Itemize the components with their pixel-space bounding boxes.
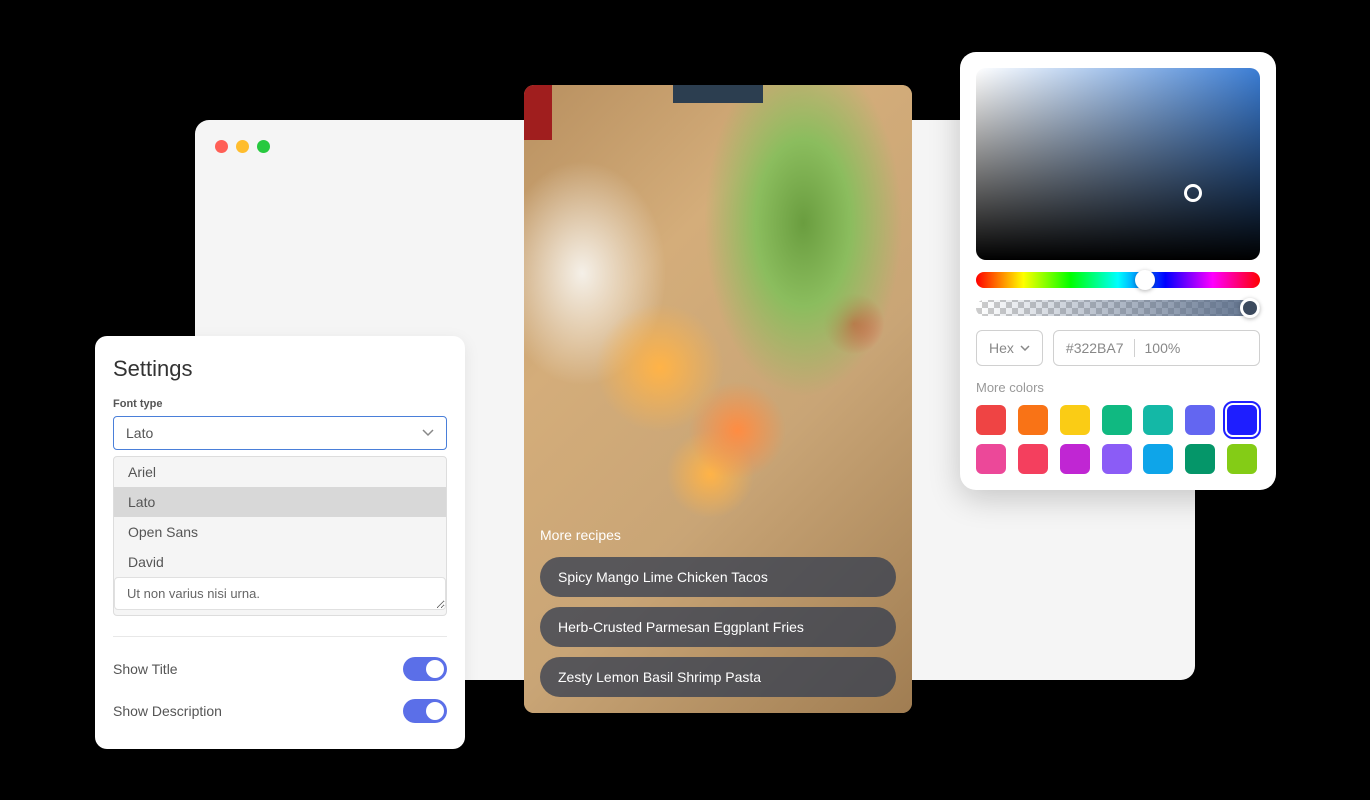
recipe-item[interactable]: Herb-Crusted Parmesan Eggplant Fries: [540, 607, 896, 647]
recipe-overlay: More recipes Spicy Mango Lime Chicken Ta…: [524, 511, 912, 713]
recipe-corner-accent: [524, 85, 552, 140]
toggle-knob: [426, 660, 444, 678]
color-swatch[interactable]: [1018, 444, 1048, 474]
font-type-label: Font type: [113, 398, 447, 410]
alpha-slider-cursor[interactable]: [1240, 298, 1260, 318]
chevron-down-icon: [422, 429, 434, 437]
color-swatch[interactable]: [1143, 405, 1173, 435]
minimize-window-icon[interactable]: [236, 140, 249, 153]
color-swatch[interactable]: [1102, 405, 1132, 435]
alpha-slider[interactable]: [976, 300, 1260, 316]
color-swatch[interactable]: [1102, 444, 1132, 474]
hex-value: #322BA7: [1066, 340, 1124, 356]
toggle-knob: [426, 702, 444, 720]
recipe-top-notch: [673, 85, 763, 103]
hex-opacity-divider: [1134, 339, 1135, 357]
settings-title: Settings: [113, 356, 447, 382]
recipe-item[interactable]: Spicy Mango Lime Chicken Tacos: [540, 557, 896, 597]
font-option-ariel[interactable]: Ariel: [114, 457, 446, 487]
color-gradient-area[interactable]: [976, 68, 1260, 260]
font-select-value: Lato: [126, 425, 153, 441]
color-swatch-selected[interactable]: [1227, 405, 1257, 435]
recipe-item[interactable]: Zesty Lemon Basil Shrimp Pasta: [540, 657, 896, 697]
color-swatch[interactable]: [976, 444, 1006, 474]
font-dropdown: Ariel Lato Open Sans David: [113, 456, 447, 616]
gradient-cursor[interactable]: [1184, 184, 1202, 202]
font-select[interactable]: Lato: [113, 416, 447, 450]
color-swatch[interactable]: [1185, 405, 1215, 435]
more-colors-label: More colors: [976, 380, 1260, 395]
color-swatch[interactable]: [1018, 405, 1048, 435]
color-mode-select[interactable]: Hex: [976, 330, 1043, 366]
more-recipes-heading: More recipes: [540, 527, 896, 543]
color-mode-value: Hex: [989, 340, 1014, 356]
hex-value-input[interactable]: #322BA7 100%: [1053, 330, 1260, 366]
chevron-down-icon: [1020, 345, 1030, 351]
color-swatch[interactable]: [1060, 405, 1090, 435]
maximize-window-icon[interactable]: [257, 140, 270, 153]
color-inputs-row: Hex #322BA7 100%: [976, 330, 1260, 366]
show-description-toggle[interactable]: [403, 699, 447, 723]
recipe-preview-panel: More recipes Spicy Mango Lime Chicken Ta…: [524, 85, 912, 713]
show-title-toggle[interactable]: [403, 657, 447, 681]
color-swatch[interactable]: [1143, 444, 1173, 474]
show-description-label: Show Description: [113, 703, 222, 719]
color-picker-panel: Hex #322BA7 100% More colors: [960, 52, 1276, 490]
color-swatch[interactable]: [1060, 444, 1090, 474]
color-swatch[interactable]: [1227, 444, 1257, 474]
color-swatch[interactable]: [976, 405, 1006, 435]
hue-slider-cursor[interactable]: [1135, 270, 1155, 290]
window-controls: [215, 140, 270, 153]
settings-panel: Settings Font type Lato Ariel Lato Open …: [95, 336, 465, 749]
opacity-value: 100%: [1145, 340, 1181, 356]
toggle-row-show-title: Show Title: [113, 657, 447, 681]
toggle-row-show-description: Show Description: [113, 699, 447, 723]
close-window-icon[interactable]: [215, 140, 228, 153]
description-textarea[interactable]: [114, 577, 446, 610]
divider: [113, 636, 447, 637]
font-option-lato[interactable]: Lato: [114, 487, 446, 517]
font-option-david[interactable]: David: [114, 547, 446, 577]
font-option-open-sans[interactable]: Open Sans: [114, 517, 446, 547]
hue-slider[interactable]: [976, 272, 1260, 288]
color-swatch[interactable]: [1185, 444, 1215, 474]
show-title-label: Show Title: [113, 661, 178, 677]
swatch-grid: [976, 405, 1260, 474]
